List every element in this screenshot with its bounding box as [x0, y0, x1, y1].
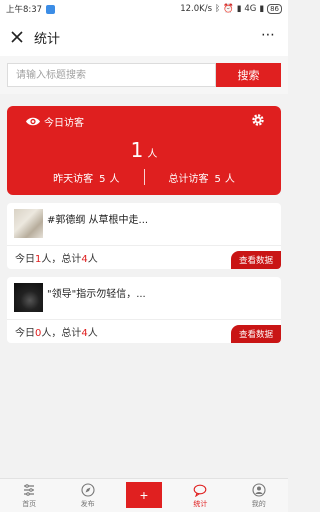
- bluetooth-icon: ᛒ: [215, 4, 221, 14]
- close-icon[interactable]: [8, 28, 26, 46]
- article-card[interactable]: #郭德纲 从草根中走... 今日1人，总计4人 查看数据: [7, 203, 281, 269]
- network-type: 4G: [244, 4, 257, 14]
- total-visitors-label: 总计访客: [168, 173, 209, 185]
- today-visitors-value: 1: [130, 138, 144, 162]
- article-title: "领导"指示勿轻信，...: [47, 289, 146, 300]
- article-card[interactable]: "领导"指示勿轻信，... 今日0人，总计4人 查看数据: [7, 277, 281, 343]
- battery-level: 86: [267, 4, 282, 14]
- nav-mine[interactable]: 我的: [239, 482, 279, 509]
- home-icon: [24, 483, 35, 496]
- user-icon: [252, 482, 266, 497]
- article-thumbnail: [14, 283, 43, 312]
- alarm-icon: ⏰: [223, 4, 234, 14]
- article-visit-stats: 今日1人，总计4人: [15, 250, 98, 265]
- wifi-signal-icon: ▮: [259, 4, 265, 14]
- total-visitors: 总计访客 5 人: [169, 170, 235, 185]
- nav-home-label: 首页: [22, 499, 37, 508]
- today-visitors-count: 1人: [7, 138, 281, 162]
- article-title: #郭德纲 从草根中走...: [47, 215, 149, 226]
- yesterday-visitors-label: 昨天访客: [53, 173, 94, 185]
- article-thumbnail: [14, 209, 43, 238]
- total-visitors-unit: 人: [224, 173, 235, 185]
- visitor-stats-card: 今日访客 1人 昨天访客 5 人 总计访客 5 人: [7, 106, 281, 195]
- yesterday-visitors: 昨天访客 5 人: [53, 170, 119, 185]
- chat-bubble-icon: [194, 484, 207, 497]
- article-visit-stats: 今日0人，总计4人: [15, 324, 98, 339]
- gear-icon[interactable]: [251, 113, 265, 127]
- search-button[interactable]: 搜索: [216, 63, 281, 87]
- view-data-button[interactable]: 查看数据: [231, 251, 281, 269]
- search-row: 搜索: [0, 56, 288, 94]
- yesterday-visitors-value: 5: [99, 173, 106, 185]
- nav-mine-label: 我的: [251, 499, 266, 508]
- nav-stats-label: 统计: [193, 499, 208, 508]
- count-suffix: 人: [87, 328, 98, 339]
- network-speed: 12.0K/s: [180, 4, 212, 14]
- add-button[interactable]: +: [125, 481, 162, 508]
- view-data-button[interactable]: 查看数据: [231, 325, 281, 343]
- status-right: 12.0K/s ᛒ ⏰ ▮ 4G ▮ 86: [180, 4, 282, 14]
- signal-icon: ▮: [236, 4, 242, 14]
- today-visitors-header: 今日访客: [7, 106, 281, 129]
- compass-icon: [81, 482, 95, 497]
- nav-publish[interactable]: 发布: [68, 482, 108, 509]
- today-prefix: 今日: [15, 328, 35, 339]
- page-title: 统计: [34, 31, 61, 47]
- total-prefix: 人，总计: [41, 254, 82, 265]
- card-divider: [7, 319, 281, 320]
- nav-stats[interactable]: 统计: [180, 483, 220, 509]
- yesterday-visitors-unit: 人: [109, 173, 120, 185]
- status-left: 上午8:37: [6, 3, 56, 15]
- today-visitors-label: 今日访客: [44, 118, 84, 129]
- notification-app-icon: [46, 4, 56, 14]
- search-input[interactable]: [7, 63, 216, 87]
- top-bar: 统计 ⋯: [0, 18, 288, 56]
- visitor-summary: 昨天访客 5 人 总计访客 5 人: [7, 169, 281, 185]
- nav-home[interactable]: 首页: [9, 483, 49, 509]
- nav-publish-label: 发布: [80, 499, 95, 508]
- more-icon[interactable]: ⋯: [261, 27, 276, 43]
- today-prefix: 今日: [15, 254, 35, 265]
- bottom-nav: 首页 发布 + 统计 我的: [0, 478, 288, 512]
- today-visitors-unit: 人: [147, 149, 158, 160]
- count-suffix: 人: [87, 254, 98, 265]
- status-bar: 上午8:37 12.0K/s ᛒ ⏰ ▮ 4G ▮ 86: [0, 0, 288, 18]
- total-prefix: 人，总计: [41, 328, 82, 339]
- total-visitors-value: 5: [214, 173, 221, 185]
- stats-divider: [143, 169, 145, 185]
- eye-icon: [26, 117, 40, 126]
- status-time: 上午8:37: [6, 5, 43, 15]
- card-divider: [7, 245, 281, 246]
